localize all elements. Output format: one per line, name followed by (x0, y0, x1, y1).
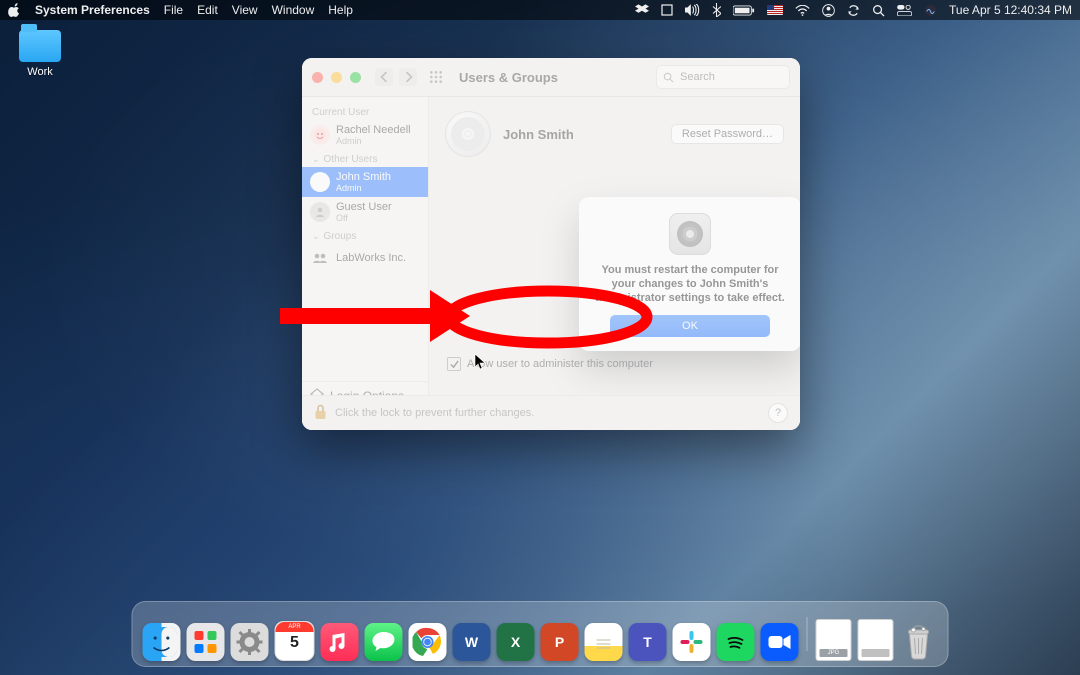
sidebar-group-item[interactable]: LabWorks Inc. (302, 244, 428, 272)
siri-icon[interactable] (924, 4, 937, 17)
menubar: System Preferences File Edit View Window… (0, 0, 1080, 20)
dock-app-finder[interactable] (143, 623, 181, 661)
system-preferences-window: Users & Groups Current User Rachel Neede… (302, 58, 800, 430)
dropbox-icon[interactable] (635, 4, 649, 16)
sidebar-user-guest[interactable]: Guest User Off (302, 197, 428, 227)
dock-app-calendar[interactable]: APR 5 (275, 621, 315, 661)
group-name-label: LabWorks Inc. (336, 252, 406, 264)
wifi-icon[interactable] (795, 5, 810, 16)
selected-user-name: John Smith (503, 127, 574, 142)
dock-app-notes[interactable] (585, 623, 623, 661)
folder-label: Work (12, 66, 68, 78)
dock-app-spotify[interactable] (717, 623, 755, 661)
menu-help[interactable]: Help (328, 3, 353, 17)
dock-app-excel[interactable]: X (497, 623, 535, 661)
sidebar-header-groups[interactable]: ⌄ Groups (302, 227, 428, 244)
user-avatar[interactable] (445, 111, 491, 157)
dock-app-word[interactable]: W (453, 623, 491, 661)
sidebar-header-current: Current User (302, 103, 428, 120)
users-sidebar: Current User Rachel Needell Admin ⌄ Othe… (302, 97, 429, 430)
dock-file-2[interactable] (858, 619, 894, 661)
dock-app-teams[interactable]: T (629, 623, 667, 661)
sync-icon[interactable] (847, 4, 860, 17)
volume-icon[interactable] (685, 4, 700, 16)
chevron-down-icon: ⌄ (312, 231, 320, 242)
user-name-label: Guest User (336, 201, 392, 213)
dock-app-system-preferences[interactable] (231, 623, 269, 661)
lock-icon[interactable] (314, 404, 327, 423)
restart-required-dialog: You must restart the computer for your c… (579, 197, 800, 351)
search-field[interactable] (656, 65, 790, 89)
dock-file-1[interactable]: JPG (816, 619, 852, 661)
user-icon[interactable] (822, 4, 835, 17)
menu-window[interactable]: Window (272, 3, 315, 17)
active-app-name[interactable]: System Preferences (35, 3, 150, 17)
svg-text:T: T (643, 634, 652, 650)
admin-checkbox-row[interactable]: Allow user to administer this computer (447, 357, 782, 371)
lock-text: Click the lock to prevent further change… (335, 407, 534, 419)
box-icon[interactable] (661, 4, 673, 16)
lock-row: Click the lock to prevent further change… (302, 395, 800, 430)
minimize-button[interactable] (331, 72, 342, 83)
dock: APR 5 W X P T JPG (132, 601, 949, 667)
dialog-message: You must restart the computer for your c… (593, 263, 787, 305)
apple-menu[interactable] (8, 3, 21, 17)
help-button[interactable]: ? (768, 403, 788, 423)
dock-app-music[interactable] (321, 623, 359, 661)
battery-icon[interactable] (733, 5, 755, 16)
forward-button[interactable] (399, 68, 417, 86)
show-all-button[interactable] (427, 68, 445, 86)
spotlight-icon[interactable] (872, 4, 885, 17)
dock-app-slack[interactable] (673, 623, 711, 661)
folder-icon (19, 30, 61, 62)
chevron-down-icon: ⌄ (312, 154, 320, 165)
desktop-folder-work[interactable]: Work (12, 30, 68, 78)
dock-app-chrome[interactable] (409, 623, 447, 661)
user-name-label: Rachel Needell (336, 124, 411, 136)
control-center-icon[interactable] (897, 5, 912, 16)
menubar-clock[interactable]: Tue Apr 5 12:40:34 PM (949, 3, 1072, 17)
dock-separator (807, 617, 808, 651)
calendar-day-label: 5 (276, 634, 314, 652)
back-button[interactable] (375, 68, 393, 86)
avatar-icon (310, 202, 330, 222)
system-preferences-app-icon (669, 213, 711, 255)
admin-checkbox-label: Allow user to administer this computer (467, 358, 653, 370)
search-icon (663, 72, 674, 83)
dock-app-powerpoint[interactable]: P (541, 623, 579, 661)
window-title: Users & Groups (459, 70, 558, 85)
zoom-button[interactable] (350, 72, 361, 83)
user-role-label: Admin (336, 136, 411, 146)
svg-text:P: P (555, 634, 564, 650)
sidebar-user-john[interactable]: John Smith Admin (302, 167, 428, 197)
admin-checkbox[interactable] (447, 357, 461, 371)
input-flag-icon[interactable] (767, 5, 783, 15)
avatar-icon (310, 172, 330, 192)
close-button[interactable] (312, 72, 323, 83)
user-role-label: Off (336, 213, 392, 223)
user-name-label: John Smith (336, 171, 391, 183)
svg-text:X: X (511, 634, 521, 650)
menu-file[interactable]: File (164, 3, 183, 17)
window-titlebar[interactable]: Users & Groups (302, 58, 800, 97)
user-detail-panel: John Smith Reset Password… Allow user to… (429, 97, 800, 430)
avatar-icon (310, 125, 330, 145)
user-role-label: Admin (336, 183, 391, 193)
dock-app-launchpad[interactable] (187, 623, 225, 661)
desktop: System Preferences File Edit View Window… (0, 0, 1080, 675)
dock-app-zoom[interactable] (761, 623, 799, 661)
reset-password-button[interactable]: Reset Password… (671, 124, 784, 144)
dock-app-messages[interactable] (365, 623, 403, 661)
sidebar-header-other[interactable]: ⌄ Other Users (302, 150, 428, 167)
calendar-month-label: APR (276, 622, 314, 632)
svg-text:W: W (465, 634, 479, 650)
search-input[interactable] (678, 70, 772, 84)
bluetooth-icon[interactable] (712, 3, 721, 17)
group-icon (310, 248, 330, 268)
menu-edit[interactable]: Edit (197, 3, 218, 17)
dialog-ok-button[interactable]: OK (610, 315, 770, 337)
menu-view[interactable]: View (232, 3, 258, 17)
sidebar-current-user[interactable]: Rachel Needell Admin (302, 120, 428, 150)
dock-trash[interactable] (900, 623, 938, 661)
